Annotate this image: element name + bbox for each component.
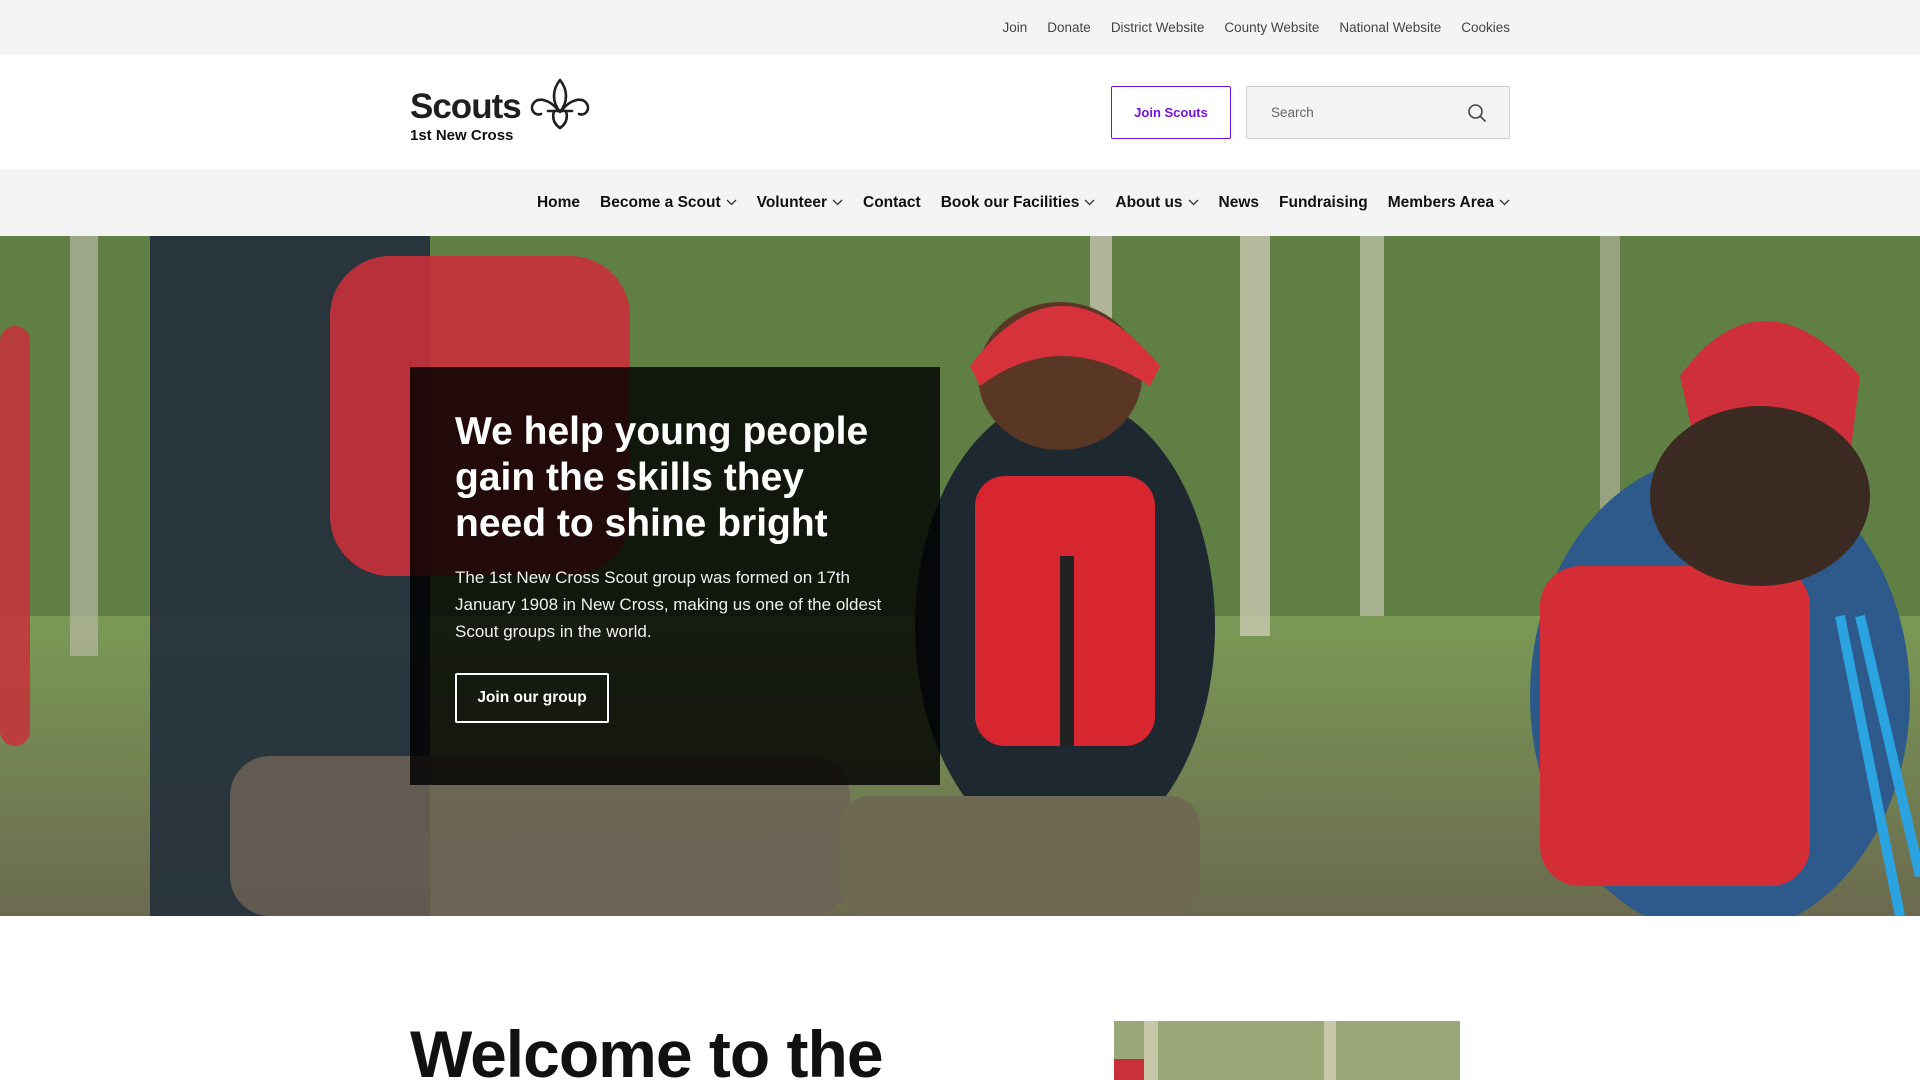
main-nav: Home Become a Scout Volunteer Contact Bo…: [0, 169, 1920, 236]
hero-banner: We help young people gain the skills the…: [0, 236, 1920, 916]
welcome-photo: [1114, 1021, 1460, 1080]
join-scouts-button[interactable]: Join Scouts: [1111, 86, 1231, 139]
welcome-heading: Welcome to the: [410, 1017, 884, 1080]
nav-item-fundraising[interactable]: Fundraising: [1279, 194, 1368, 212]
nav-item-label: Volunteer: [756, 193, 827, 211]
search-box: [1246, 86, 1510, 139]
logo-wordmark: Scouts: [410, 87, 522, 126]
welcome-image: [1114, 1021, 1460, 1080]
hero-card: We help young people gain the skills the…: [410, 367, 940, 785]
nav-item-label: Members Area: [1387, 193, 1494, 211]
utility-link-donate[interactable]: Donate: [1047, 20, 1091, 35]
chevron-down-icon: [1084, 199, 1095, 206]
chevron-down-icon: [1499, 199, 1510, 206]
hero-description: The 1st New Cross Scout group was formed…: [455, 568, 882, 641]
fleur-de-lis-icon: [530, 78, 590, 130]
logo-group-name: 1st New Cross: [410, 127, 514, 144]
search-input[interactable]: [1247, 87, 1457, 138]
nav-item-news[interactable]: News: [1219, 194, 1260, 212]
chevron-down-icon: [832, 199, 843, 206]
utility-link-district-website[interactable]: District Website: [1111, 20, 1205, 35]
chevron-down-icon: [1188, 199, 1198, 206]
utility-bar: Join Donate District Website County Webs…: [0, 0, 1920, 55]
search-icon[interactable]: [1467, 103, 1487, 123]
nav-item-volunteer[interactable]: Volunteer: [757, 194, 843, 212]
chevron-down-icon: [726, 199, 737, 206]
nav-item-label: News: [1218, 193, 1260, 211]
nav-item-about-us[interactable]: About us: [1115, 194, 1198, 212]
nav-item-label: Home: [536, 193, 581, 211]
nav-item-book-our-facilities[interactable]: Book our Facilities: [941, 194, 1096, 212]
site-header: Scouts 1st New Cross Join Scouts: [0, 55, 1920, 169]
utility-nav: Join Donate District Website County Webs…: [1003, 0, 1511, 55]
nav-item-label: Become a Scout: [600, 193, 721, 211]
nav-item-home[interactable]: Home: [537, 194, 580, 212]
hero-photo: [0, 236, 1920, 916]
site-logo[interactable]: Scouts 1st New Cross: [410, 78, 590, 148]
utility-link-county-website[interactable]: County Website: [1224, 20, 1319, 35]
hero-title: We help young people gain the skills the…: [455, 410, 869, 545]
nav-item-label: Book our Facilities: [940, 193, 1080, 211]
nav-item-become-a-scout[interactable]: Become a Scout: [600, 194, 737, 212]
utility-link-join[interactable]: Join: [1003, 20, 1028, 35]
join-our-group-button[interactable]: Join our group: [455, 673, 609, 723]
utility-link-cookies[interactable]: Cookies: [1461, 20, 1510, 35]
nav-item-contact[interactable]: Contact: [863, 194, 921, 212]
nav-item-members-area[interactable]: Members Area: [1388, 194, 1510, 212]
nav-item-label: About us: [1115, 193, 1183, 211]
nav-item-label: Contact: [863, 193, 921, 211]
nav-item-label: Fundraising: [1279, 193, 1368, 211]
utility-link-national-website[interactable]: National Website: [1339, 20, 1441, 35]
